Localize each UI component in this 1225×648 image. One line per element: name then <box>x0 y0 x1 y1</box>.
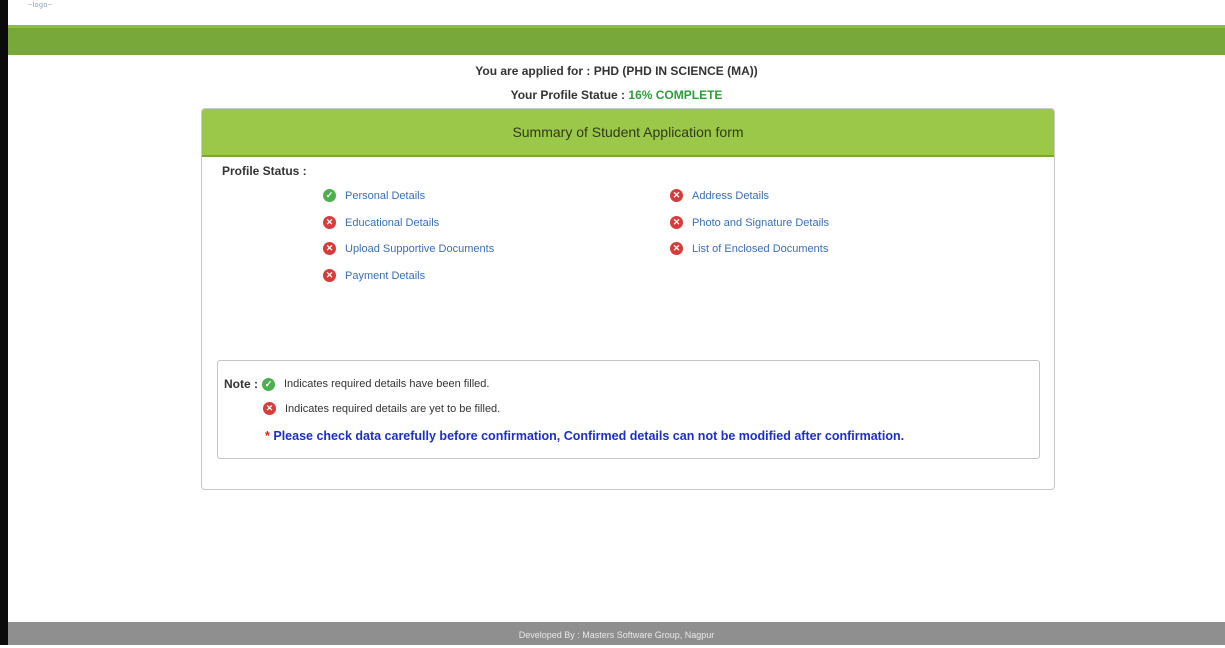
note-not-filled-text: Indicates required details are yet to be… <box>285 402 501 415</box>
profile-status-heading: Profile Status : <box>222 164 307 178</box>
note-filled-text: Indicates required details have been fil… <box>284 378 490 390</box>
note-filled-row: Note : ✓ Indicates required details have… <box>224 377 489 391</box>
item-upload-supportive-documents[interactable]: ✕ Upload Supportive Documents <box>323 242 494 255</box>
item-address-details[interactable]: ✕ Address Details <box>670 189 769 202</box>
item-personal-details[interactable]: ✓ Personal Details <box>323 189 425 202</box>
note-label: Note : <box>224 377 258 391</box>
item-label: List of Enclosed Documents <box>692 242 829 255</box>
application-summary-panel: Summary of Student Application form Prof… <box>201 108 1055 490</box>
x-circle-icon: ✕ <box>323 269 336 282</box>
profile-status-line: Your Profile Statue : 16% COMPLETE <box>8 88 1225 102</box>
check-circle-icon: ✓ <box>323 189 336 202</box>
check-circle-icon: ✓ <box>262 377 275 391</box>
item-label: Upload Supportive Documents <box>345 242 495 255</box>
x-circle-icon: ✕ <box>323 216 336 229</box>
item-label: Educational Details <box>345 216 440 229</box>
x-circle-icon: ✕ <box>670 216 683 229</box>
warning-star: * <box>265 429 270 443</box>
confirmation-warning: * Please check data carefully before con… <box>265 429 904 443</box>
profile-status-value: 16% COMPLETE <box>628 88 723 102</box>
applied-for-label: You are applied for : <box>475 64 591 78</box>
x-circle-icon: ✕ <box>670 242 683 255</box>
left-border <box>0 0 8 645</box>
warning-text: Please check data carefully before confi… <box>273 429 905 443</box>
header-band <box>8 25 1225 55</box>
item-payment-details[interactable]: ✕ Payment Details <box>323 269 425 282</box>
panel-title: Summary of Student Application form <box>202 109 1054 157</box>
profile-status-label: Your Profile Statue : <box>510 88 626 102</box>
applied-for-line: You are applied for : PHD (PHD IN SCIENC… <box>8 64 1225 78</box>
x-circle-icon: ✕ <box>670 189 683 202</box>
x-circle-icon: ✕ <box>323 242 336 255</box>
item-label: Photo and Signature Details <box>692 216 829 229</box>
item-label: Payment Details <box>345 269 426 282</box>
item-list-enclosed-documents[interactable]: ✕ List of Enclosed Documents <box>670 242 828 255</box>
item-label: Personal Details <box>345 189 426 202</box>
item-label: Address Details <box>692 189 770 202</box>
top-logo: ~logo~ <box>28 2 53 9</box>
footer: Developed By : Masters Software Group, N… <box>8 622 1225 645</box>
note-not-filled-row: ✕ Indicates required details are yet to … <box>263 402 500 415</box>
item-photo-signature-details[interactable]: ✕ Photo and Signature Details <box>670 216 829 229</box>
applied-for-value: PHD (PHD IN SCIENCE (MA)) <box>593 64 758 78</box>
item-educational-details[interactable]: ✕ Educational Details <box>323 216 439 229</box>
note-box: Note : ✓ Indicates required details have… <box>217 360 1040 459</box>
x-circle-icon: ✕ <box>263 402 276 415</box>
